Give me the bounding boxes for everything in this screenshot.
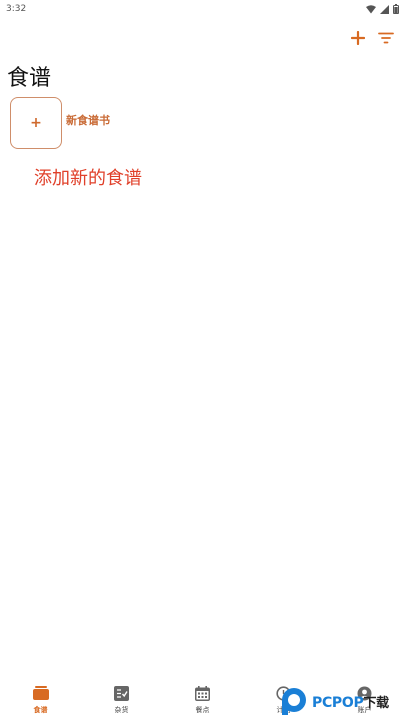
screen: 3:32 食谱 + 新食谱书 添加新的食谱 食谱 杂货 餐点 账户 PCPOP下… xyxy=(0,0,405,720)
nav-item-recipes[interactable]: 食谱 xyxy=(11,684,71,715)
add-button[interactable] xyxy=(349,29,367,47)
add-recipe-hint: 添加新的食谱 xyxy=(34,168,142,189)
new-cookbook-card[interactable]: + 新食谱书 xyxy=(10,97,110,149)
signal-icon xyxy=(380,4,389,14)
status-bar: 3:32 xyxy=(0,0,405,18)
nav-label: 食谱 xyxy=(33,706,48,714)
filter-button[interactable] xyxy=(377,29,395,47)
nav-label: 杂货 xyxy=(114,706,129,714)
pcpop-logo-icon xyxy=(282,688,306,715)
grocery-list-icon xyxy=(113,684,131,702)
plus-icon xyxy=(351,31,365,45)
watermark: PCPOP下载 xyxy=(280,682,405,720)
calendar-icon xyxy=(194,684,212,702)
battery-icon xyxy=(393,4,399,14)
nav-item-meals[interactable]: 餐点 xyxy=(173,684,233,715)
plus-icon: + xyxy=(30,115,42,131)
status-icons xyxy=(366,4,399,14)
wifi-icon xyxy=(366,4,376,13)
nav-item-groceries[interactable]: 杂货 xyxy=(92,684,152,715)
status-time: 3:32 xyxy=(6,4,27,14)
new-cookbook-button[interactable]: + xyxy=(10,97,62,149)
new-cookbook-label: 新食谱书 xyxy=(66,114,110,127)
cookbook-icon xyxy=(32,684,50,702)
watermark-suffix: 下载 xyxy=(363,695,389,711)
watermark-brand: PCPOP xyxy=(312,694,364,711)
nav-label: 餐点 xyxy=(195,706,210,714)
watermark-text: PCPOP下载 xyxy=(312,692,389,711)
filter-icon xyxy=(378,32,394,44)
top-actions xyxy=(349,28,395,48)
page-title: 食谱 xyxy=(7,66,52,91)
